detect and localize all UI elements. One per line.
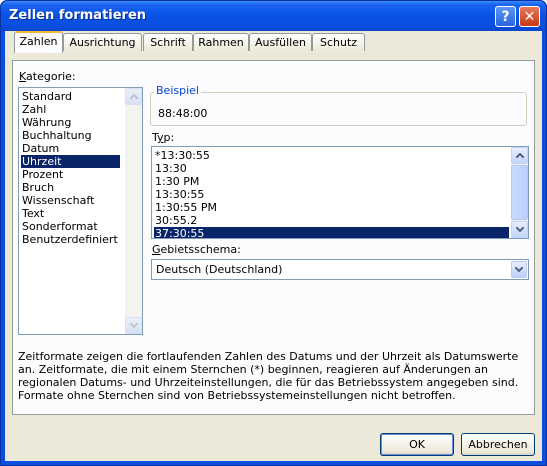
locale-value: Deutsch (Deutschland): [156, 263, 283, 276]
tab-zahlen[interactable]: Zahlen: [14, 31, 63, 53]
category-list-item[interactable]: Sonderformat: [21, 220, 120, 233]
tab-schutz[interactable]: Schutz: [312, 33, 365, 51]
category-list-item[interactable]: Zahl: [21, 103, 120, 116]
locale-select[interactable]: Deutsch (Deutschland): [151, 259, 529, 280]
chevron-down-icon: [515, 267, 523, 272]
tab-ausfuellen[interactable]: Ausfüllen: [249, 33, 312, 51]
format-description: Zeitformate zeigen die fortlaufenden Zah…: [18, 350, 519, 402]
type-label: Typ:: [152, 131, 175, 144]
category-list-item[interactable]: Prozent: [21, 168, 120, 181]
tab-rahmen[interactable]: Rahmen: [193, 33, 249, 51]
scroll-down-button[interactable]: [125, 317, 142, 334]
scroll-up-button[interactable]: [125, 88, 142, 105]
locale-label: Gebietsschema:: [152, 243, 241, 256]
sample-value: 88:48:00: [158, 107, 208, 120]
type-listbox[interactable]: *13:30:55 13:30 1:30 PM 13:30:55 1:30:55 PM 3…: [151, 146, 529, 239]
category-list-item[interactable]: Standard: [21, 90, 120, 103]
category-list-item[interactable]: Währung: [21, 116, 120, 129]
type-list-item[interactable]: 30:55.2: [154, 214, 509, 227]
chevron-down-icon: [130, 323, 138, 328]
type-list-item[interactable]: 37:30:55: [154, 227, 509, 238]
category-list-item[interactable]: Text: [21, 207, 120, 220]
scroll-up-button[interactable]: [511, 147, 528, 164]
tab-schrift[interactable]: Schrift: [143, 33, 193, 51]
type-list-item[interactable]: 1:30 PM: [154, 175, 509, 188]
chevron-down-icon: [516, 227, 524, 232]
category-list-item[interactable]: Bruch: [21, 181, 120, 194]
scroll-down-button[interactable]: [511, 221, 528, 238]
tab-ausrichtung[interactable]: Ausrichtung: [63, 33, 142, 51]
category-listbox[interactable]: Standard Zahl Währung Buchhaltung Datum Uhrze…: [18, 87, 143, 335]
type-list-item[interactable]: 13:30: [154, 162, 509, 175]
chevron-up-icon: [516, 153, 524, 158]
sample-group-title: Beispiel: [154, 84, 201, 97]
type-list-item[interactable]: 13:30:55: [154, 188, 509, 201]
dropdown-button[interactable]: [511, 261, 527, 278]
help-button[interactable]: ?: [495, 6, 516, 27]
cancel-button[interactable]: Abbrechen: [461, 433, 535, 456]
scroll-thumb[interactable]: [511, 165, 528, 220]
chevron-up-icon: [130, 94, 138, 99]
category-list-item[interactable]: Datum: [21, 142, 120, 155]
category-list-item[interactable]: Uhrzeit: [21, 155, 120, 168]
category-scrollbar[interactable]: [125, 88, 142, 334]
type-list-item[interactable]: 1:30:55 PM: [154, 201, 509, 214]
category-list-item[interactable]: Buchhaltung: [21, 129, 120, 142]
type-scrollbar[interactable]: [511, 147, 528, 238]
window-title: Zellen formatieren: [9, 8, 147, 23]
category-list-item[interactable]: Benutzerdefiniert: [21, 233, 120, 246]
type-list-item[interactable]: *13:30:55: [154, 149, 509, 162]
category-list-item[interactable]: Wissenschaft: [21, 194, 120, 207]
dialog-window: Zellen formatieren ? ✕ Zahlen Ausrichtun…: [0, 0, 547, 466]
close-button[interactable]: ✕: [519, 6, 540, 27]
title-bar[interactable]: Zellen formatieren ? ✕: [1, 1, 546, 31]
ok-button[interactable]: OK: [380, 433, 454, 456]
category-label: Kategorie:: [19, 70, 76, 83]
dialog-client: Zahlen Ausrichtung Schrift Rahmen Ausfül…: [5, 31, 542, 461]
